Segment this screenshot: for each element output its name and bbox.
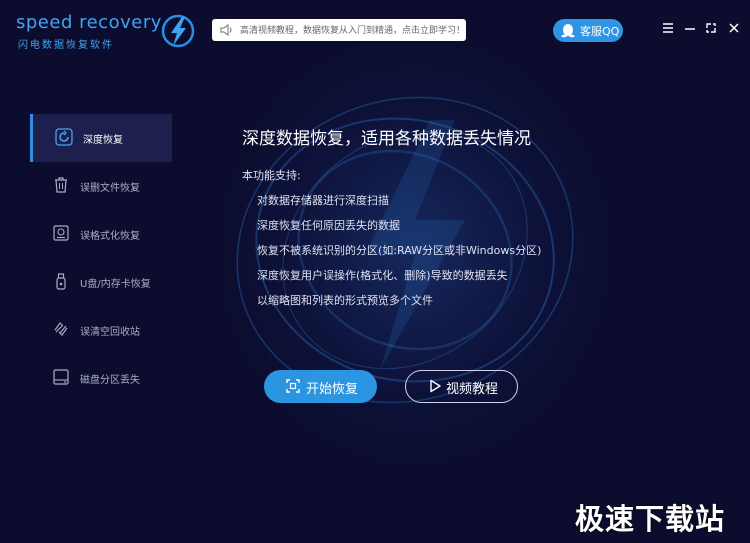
logo-title: speed recovery (16, 12, 162, 33)
sidebar-item-label: 误清空回收站 (80, 327, 140, 338)
sidebar-item-deep-recover[interactable]: 深度恢复 (30, 114, 172, 162)
site-watermark: 极速下载站 (575, 502, 726, 536)
list-item: 以缩略图和列表的形式预览多个文件 (257, 294, 433, 307)
maximize-icon[interactable] (703, 20, 719, 36)
list-item: 深度恢复用户误操作(格式化、删除)导致的数据丢失 (257, 269, 508, 282)
play-icon (430, 379, 441, 393)
trash-icon (55, 177, 67, 193)
sidebar-item-format-recover[interactable]: 误格式化恢复 (30, 210, 172, 258)
deep-recover-icon (55, 128, 73, 146)
video-tutorial-label: 视频教程 (446, 382, 499, 397)
sidebar-item-deleted-files[interactable]: 误删文件恢复 (30, 162, 172, 210)
title-bar: speed recovery 闪电数据恢复软件 高清视频教程，数据恢复从入门到精… (0, 0, 750, 62)
notice-text: 高清视频教程，数据恢复从入门到精通，点击立即学习！ (240, 26, 466, 36)
notice-banner[interactable]: 高清视频教程，数据恢复从入门到精通，点击立即学习！ (212, 19, 466, 41)
list-item: 对数据存储器进行深度扫描 (257, 194, 389, 207)
sidebar-item-usb-card[interactable]: U盘/内存卡恢复 (30, 258, 172, 306)
lightning-bolt-icon (161, 14, 195, 48)
qq-penguin-icon (561, 24, 575, 38)
minimize-icon[interactable] (682, 20, 698, 36)
menu-icon[interactable] (660, 20, 676, 36)
sidebar-item-label: 深度恢复 (83, 135, 123, 146)
video-tutorial-button[interactable]: 视频教程 (405, 370, 518, 403)
list-item: 恢复不被系统识别的分区(如:RAW分区或非Windows分区) (257, 244, 542, 257)
logo-subtitle: 闪电数据恢复软件 (18, 40, 114, 51)
sidebar-item-recycle-bin[interactable]: 误清空回收站 (30, 306, 172, 354)
feature-list: 对数据存储器进行深度扫描 深度恢复任何原因丢失的数据 恢复不被系统识别的分区(如… (257, 192, 541, 317)
sidebar-item-label: U盘/内存卡恢复 (80, 279, 151, 290)
hard-disk-icon (53, 369, 69, 385)
features-heading: 本功能支持: (242, 169, 301, 182)
qq-button-label: 客服QQ (580, 25, 620, 38)
page-title: 深度数据恢复，适用各种数据丢失情况 (242, 129, 531, 149)
usb-icon (56, 273, 66, 290)
speaker-icon (220, 23, 232, 37)
sidebar: 深度恢复 误删文件恢复 误格式化恢复 U盘/内存卡恢复 误清空回收站 磁盘分区丢… (30, 114, 172, 414)
sidebar-item-partition-lost[interactable]: 磁盘分区丢失 (30, 354, 172, 402)
scan-icon (286, 379, 300, 393)
sidebar-item-label: 误格式化恢复 (80, 231, 140, 242)
start-recovery-label: 开始恢复 (306, 382, 359, 397)
start-recovery-button[interactable]: 开始恢复 (264, 370, 377, 403)
customer-service-qq-button[interactable]: 客服QQ (553, 19, 623, 42)
sidebar-item-label: 磁盘分区丢失 (80, 375, 140, 386)
recycle-icon (54, 322, 68, 336)
close-icon[interactable] (726, 20, 742, 36)
app-logo: speed recovery 闪电数据恢复软件 (16, 10, 195, 51)
disk-format-icon (53, 225, 69, 241)
list-item: 深度恢复任何原因丢失的数据 (257, 219, 400, 232)
sidebar-item-label: 误删文件恢复 (80, 183, 140, 194)
